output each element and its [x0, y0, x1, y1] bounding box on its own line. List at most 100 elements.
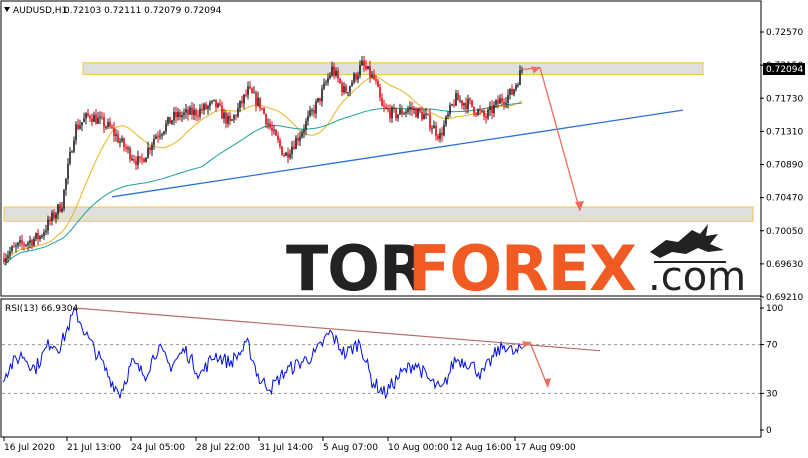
candle-body: [5, 258, 7, 263]
candle-body: [173, 112, 175, 121]
candle-body: [193, 109, 195, 116]
candle-body: [11, 246, 13, 252]
candle-body: [151, 144, 153, 150]
candle-body: [483, 110, 485, 117]
candle-body: [113, 128, 115, 136]
candle-body: [283, 155, 285, 157]
candle-body: [243, 94, 245, 104]
candle-body: [225, 112, 227, 124]
candle-body: [495, 100, 497, 105]
candle-body: [277, 135, 279, 141]
candle-body: [469, 98, 471, 101]
collapse-triangle-icon[interactable]: [4, 7, 10, 12]
candle-body: [45, 230, 47, 233]
candle-body: [59, 204, 61, 212]
candle-body: [3, 258, 5, 263]
candle-body: [197, 115, 199, 117]
candle-body: [391, 107, 393, 119]
candle-body: [375, 79, 377, 81]
rsi-line: [2, 306, 523, 400]
watermark-com: .com: [648, 254, 746, 300]
candle-body: [253, 92, 255, 94]
candle-body: [213, 99, 215, 101]
candle-body: [435, 125, 437, 136]
candle-body: [339, 78, 341, 83]
rsi-tick-label: 100: [766, 304, 783, 314]
candle-body: [291, 146, 293, 155]
candle-body: [137, 156, 139, 165]
candle-body: [147, 147, 149, 158]
candle-body: [349, 86, 351, 93]
candle-body: [271, 127, 273, 131]
price-tick-label: 0.69210: [766, 293, 803, 303]
candle-body: [227, 115, 229, 124]
price-tick-label: 0.71310: [766, 127, 803, 137]
candle-body: [497, 100, 499, 104]
candle-body: [289, 154, 291, 158]
candle-body: [63, 189, 65, 209]
candle-body: [321, 88, 323, 102]
time-tick-label: 17 Aug 09:00: [515, 443, 576, 453]
zone-support: [3, 206, 754, 222]
candle-body: [439, 132, 441, 139]
candle-body: [385, 106, 387, 109]
candle-body: [97, 117, 99, 124]
candle-body: [423, 114, 425, 120]
candle-body: [251, 88, 253, 93]
candle-body: [77, 124, 79, 129]
candle-body: [41, 235, 43, 237]
candle-body: [85, 113, 87, 119]
candle-body: [177, 112, 179, 117]
rsi-label: RSI(13) 66.9304: [5, 304, 78, 314]
candle-body: [79, 125, 81, 129]
candle-body: [235, 115, 237, 117]
candle-body: [503, 101, 505, 104]
time-tick-label: 12 Aug 16:00: [451, 443, 512, 453]
candle-body: [359, 65, 361, 76]
candle-body: [255, 92, 257, 106]
candle-body: [319, 98, 321, 102]
candle-body: [7, 255, 9, 259]
price-tick-label: 0.70050: [766, 227, 803, 237]
candle-body: [487, 110, 489, 118]
candle-body: [445, 116, 447, 125]
candle-body: [325, 82, 327, 84]
candle-body: [463, 103, 465, 106]
candle-body: [395, 108, 397, 119]
price-tick-label: 0.71730: [766, 94, 803, 104]
candle-body: [471, 100, 473, 107]
time-tick-label: 24 Jul 05:00: [131, 443, 185, 453]
candle-body: [21, 240, 23, 244]
candle-body: [199, 108, 201, 117]
candle-body: [285, 152, 287, 156]
candle-body: [293, 146, 295, 149]
candle-body: [27, 242, 29, 245]
candle-body: [297, 137, 299, 141]
candle-body: [87, 113, 89, 116]
candle-body: [521, 70, 523, 72]
candle-body: [411, 106, 413, 111]
candle-body: [287, 152, 289, 158]
rsi-panel-frame: [0, 298, 762, 438]
candle-body: [269, 123, 271, 128]
candle-body: [451, 104, 453, 106]
rsi-axis: 100 70 30 0: [760, 304, 783, 436]
candle-body: [427, 113, 429, 115]
candle-body: [447, 113, 449, 117]
candle-body: [127, 147, 129, 149]
candle-body: [333, 66, 335, 76]
candle-body: [125, 147, 127, 149]
candle-body: [109, 121, 111, 127]
candle-body: [397, 114, 399, 119]
candle-body: [233, 115, 235, 120]
candle-body: [39, 236, 41, 240]
zone-resistance: [82, 62, 704, 76]
candle-body: [295, 137, 297, 149]
candle-body: [299, 136, 301, 141]
candle-body: [409, 106, 411, 110]
candle-body: [257, 97, 259, 106]
candle-body: [185, 109, 187, 113]
candle-body: [477, 109, 479, 115]
candle-body: [67, 163, 69, 179]
candle-body: [459, 100, 461, 102]
